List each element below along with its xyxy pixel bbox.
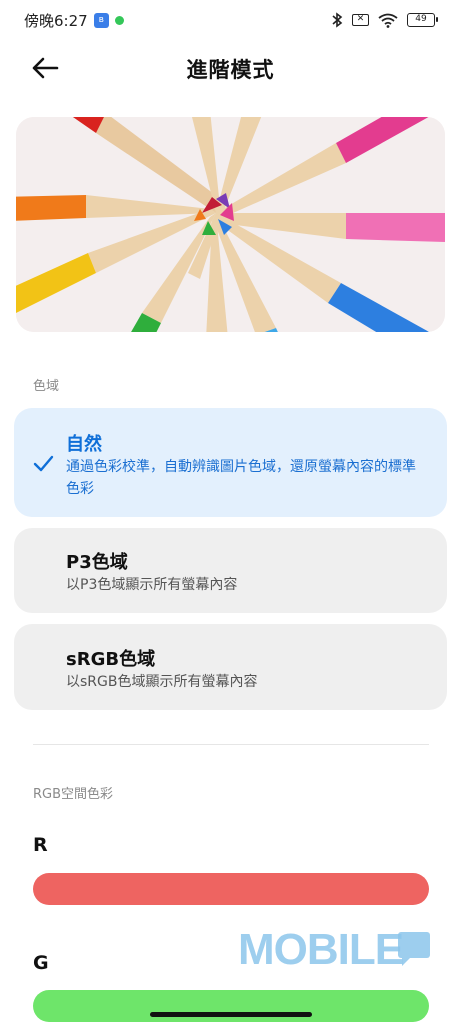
notification-dot-icon: [114, 15, 124, 25]
gamut-option-srgb[interactable]: sRGB色域 以sRGB色域顯示所有螢幕內容: [14, 624, 447, 710]
divider: [33, 744, 429, 745]
hero-image: [16, 117, 445, 332]
pencils-illustration: [16, 117, 445, 332]
gamut-option-description: 通過色彩校準，自動辨識圖片色域，還原螢幕內容的標準色彩: [66, 459, 416, 497]
bluetooth-app-icon: ʙ: [93, 12, 109, 28]
gamut-option-p3[interactable]: P3色域 以P3色域顯示所有螢幕內容: [14, 528, 447, 613]
wifi-icon: [378, 13, 398, 28]
red-slider[interactable]: [33, 873, 429, 905]
status-bar: 傍晚6:27 ʙ ✕ 49: [0, 0, 461, 40]
watermark: MOBILE: [238, 925, 404, 974]
bluetooth-icon: [332, 12, 343, 28]
gamut-option-natural[interactable]: 自然 通過色彩校準，自動辨識圖片色域，還原螢幕內容的標準色彩: [14, 408, 447, 517]
watermark-bubble-icon: [398, 932, 430, 966]
sim-icon: ✕: [352, 14, 369, 26]
status-right: ✕ 49: [331, 12, 438, 28]
home-indicator[interactable]: [150, 1012, 312, 1017]
green-slider[interactable]: [33, 990, 429, 1022]
channel-label-g: G: [33, 952, 49, 974]
header: 進階模式: [0, 44, 461, 92]
battery-icon: 49: [407, 13, 438, 27]
status-left: 傍晚6:27 ʙ: [24, 10, 124, 31]
channel-label-r: R: [33, 834, 48, 856]
page-title: 進階模式: [186, 58, 275, 82]
status-time: 傍晚6:27: [24, 11, 88, 30]
gamut-option-description: 以P3色域顯示所有螢幕內容: [66, 577, 238, 593]
gamut-option-title: 自然: [66, 434, 102, 455]
check-icon: [33, 455, 54, 472]
gamut-option-title: P3色域: [66, 552, 128, 573]
gamut-section-label: 色域: [33, 379, 60, 394]
gamut-option-title: sRGB色域: [66, 649, 156, 670]
rgb-section-label: RGB空間色彩: [33, 787, 114, 802]
gamut-option-description: 以sRGB色域顯示所有螢幕內容: [66, 674, 258, 690]
